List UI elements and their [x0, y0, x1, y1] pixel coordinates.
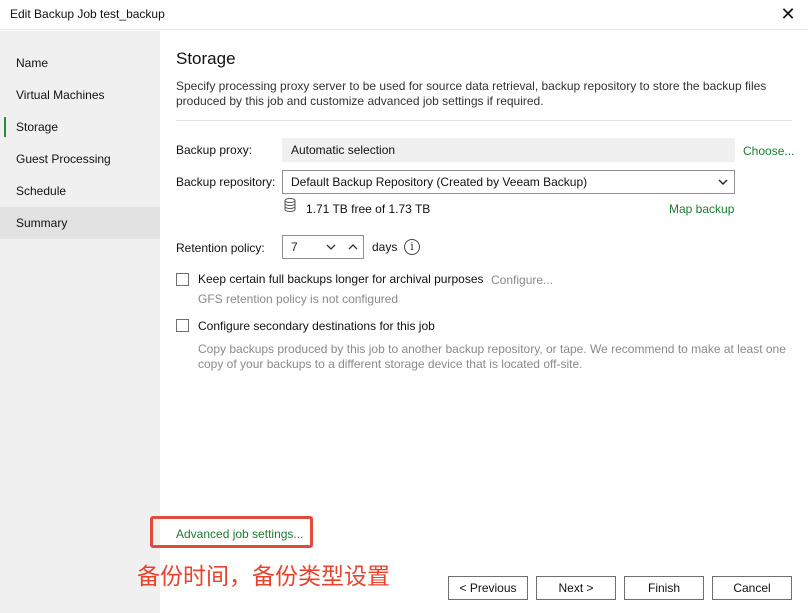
sidebar-item-label: Name	[16, 56, 49, 70]
backup-repository-select[interactable]: Default Backup Repository (Created by Ve…	[282, 170, 735, 194]
cancel-button[interactable]: Cancel	[712, 576, 792, 600]
gfs-status: GFS retention policy is not configured	[198, 292, 399, 306]
backup-repository-label: Backup repository:	[176, 175, 276, 189]
gfs-label[interactable]: Keep certain full backups longer for arc…	[198, 272, 484, 286]
backup-proxy-label: Backup proxy:	[176, 143, 253, 157]
finish-button[interactable]: Finish	[624, 576, 704, 600]
database-icon	[284, 198, 296, 212]
sidebar-item-label: Schedule	[16, 184, 67, 198]
sidebar-item-summary[interactable]: Summary	[0, 207, 160, 239]
secondary-destinations-label[interactable]: Configure secondary destinations for thi…	[198, 319, 435, 333]
window-title: Edit Backup Job test_backup	[10, 7, 165, 21]
close-icon[interactable]: ✕	[780, 4, 796, 24]
sidebar-item-name[interactable]: Name	[0, 47, 160, 79]
sidebar-item-label: Storage	[16, 120, 59, 134]
secondary-destinations-hint: Copy backups produced by this job to ano…	[198, 342, 786, 371]
sidebar-item-schedule[interactable]: Schedule	[0, 175, 160, 207]
sidebar-item-label: Guest Processing	[16, 152, 111, 166]
sidebar-item-label: Summary	[16, 216, 68, 230]
retention-unit: days	[372, 240, 398, 254]
page-description: Specify processing proxy server to be us…	[176, 79, 767, 108]
repository-free-space: 1.71 TB free of 1.73 TB	[306, 202, 431, 216]
info-icon[interactable]: i	[404, 239, 420, 255]
backup-repository-value: Default Backup Repository (Created by Ve…	[291, 175, 588, 189]
retention-value: 7	[291, 240, 298, 254]
chevron-up-icon[interactable]	[345, 236, 361, 258]
chevron-down-icon[interactable]	[323, 236, 339, 258]
advanced-job-settings-link[interactable]: Advanced job settings...	[176, 527, 303, 541]
title-bar: Edit Backup Job test_backup ✕	[0, 0, 808, 30]
next-button[interactable]: Next >	[536, 576, 616, 600]
choose-proxy-link[interactable]: Choose...	[743, 144, 794, 158]
sidebar-item-storage[interactable]: Storage	[0, 111, 160, 143]
retention-policy-label: Retention policy:	[176, 241, 265, 255]
sidebar-item-virtual-machines[interactable]: Virtual Machines	[0, 79, 160, 111]
active-indicator	[4, 117, 6, 137]
previous-button[interactable]: < Previous	[448, 576, 528, 600]
chevron-down-icon	[718, 171, 728, 200]
sidebar-item-label: Virtual Machines	[16, 88, 105, 102]
divider	[176, 120, 792, 121]
gfs-configure-link[interactable]: Configure...	[491, 273, 553, 287]
retention-stepper[interactable]: 7	[282, 235, 364, 259]
wizard-sidebar: Name Virtual Machines Storage Guest Proc…	[0, 31, 160, 613]
map-backup-link[interactable]: Map backup	[669, 202, 734, 216]
page-title: Storage	[176, 49, 236, 68]
backup-proxy-field: Automatic selection	[282, 138, 735, 162]
gfs-checkbox[interactable]	[176, 273, 189, 286]
annotation-text: 备份时间，备份类型设置	[137, 564, 390, 590]
sidebar-item-guest-processing[interactable]: Guest Processing	[0, 143, 160, 175]
secondary-destinations-checkbox[interactable]	[176, 319, 189, 332]
